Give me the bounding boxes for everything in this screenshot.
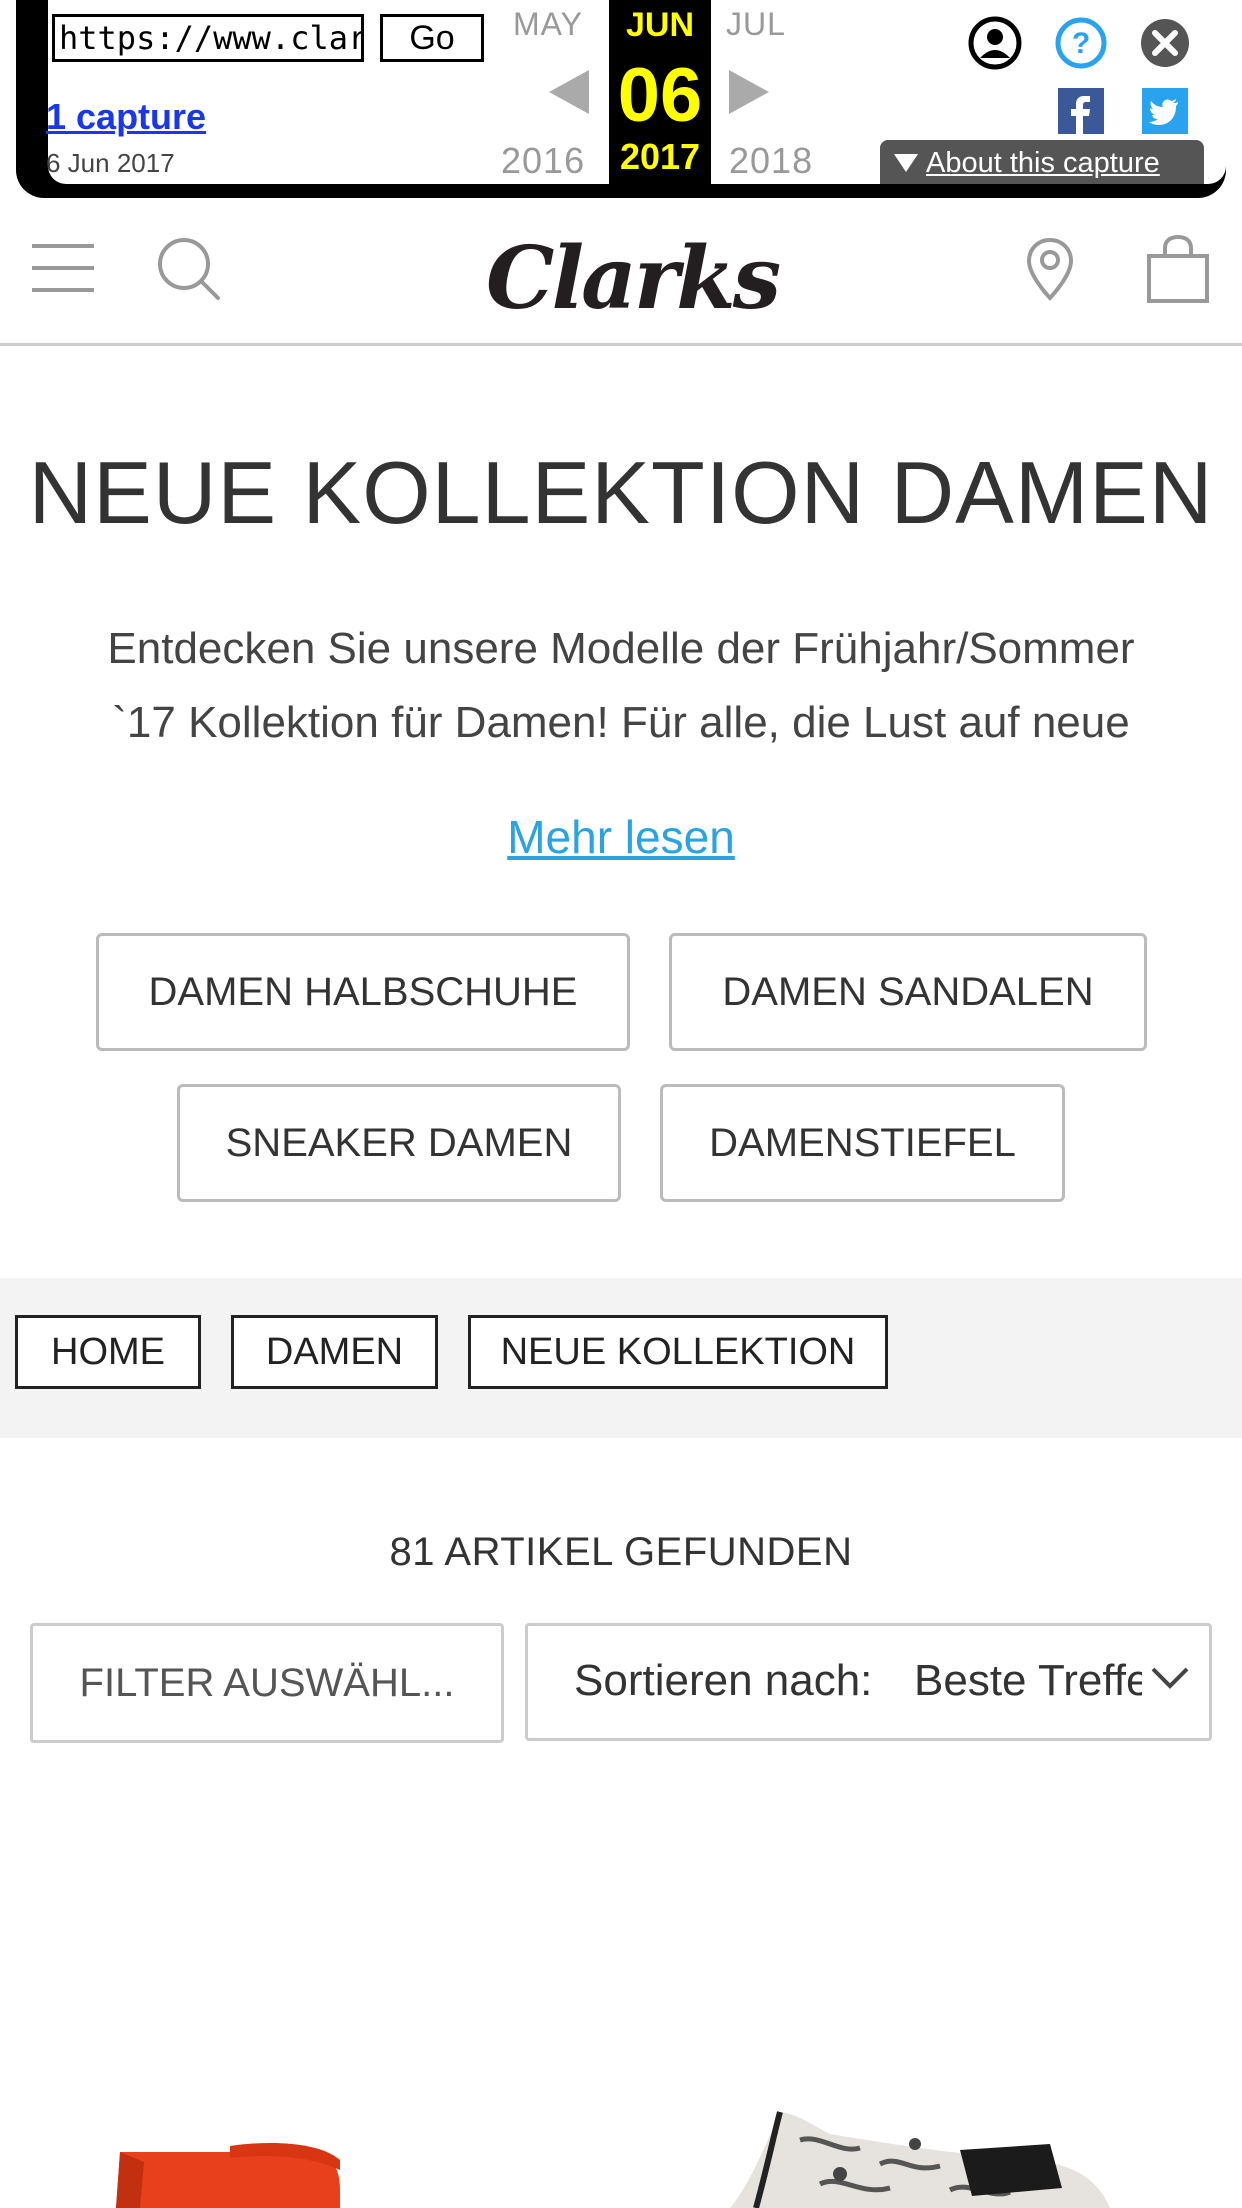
sort-value: Beste Treffer — [914, 1656, 1142, 1705]
results-count: 81 ARTIKEL GEFUNDEN — [389, 1530, 853, 1574]
breadcrumb-neue-kollektion[interactable]: NEUE KOLLEKTION — [468, 1315, 888, 1389]
help-icon[interactable]: ? — [1054, 16, 1108, 70]
user-icon[interactable] — [968, 16, 1022, 70]
intro-text: Entdecken Sie unsere Modelle der Frühjah… — [70, 612, 1172, 760]
chevron-down-icon — [1151, 1667, 1189, 1689]
clarks-logo[interactable]: Clarks — [486, 228, 781, 329]
shopping-bag-icon[interactable] — [1146, 234, 1210, 304]
captures-link[interactable]: 1 capture — [46, 96, 206, 138]
store-locator-icon[interactable] — [1024, 236, 1076, 302]
facebook-icon[interactable] — [1058, 88, 1104, 134]
triangle-down-icon — [894, 154, 918, 172]
breadcrumb-damen[interactable]: DAMEN — [231, 1315, 438, 1389]
menu-icon[interactable] — [32, 240, 94, 296]
wayback-go-button[interactable]: Go — [380, 14, 484, 62]
prev-year-label[interactable]: 2016 — [501, 140, 585, 182]
next-year-label[interactable]: 2018 — [729, 140, 813, 182]
current-month-label: JUN — [625, 6, 695, 44]
capture-date: 6 Jun 2017 — [46, 148, 175, 178]
logo-text: Clarks — [486, 228, 781, 329]
twitter-icon[interactable] — [1142, 88, 1188, 134]
sort-label: Sortieren nach: — [574, 1656, 873, 1705]
category-button-stiefel[interactable]: DAMENSTIEFEL — [660, 1084, 1065, 1202]
product-image-floral-shoe[interactable] — [710, 2104, 1140, 2208]
about-capture-label: About this capture — [926, 147, 1160, 179]
product-image-red-mule[interactable] — [110, 2080, 470, 2208]
svg-text:?: ? — [1072, 27, 1090, 60]
wayback-url-input[interactable]: https://www.clarks.de/c/damen-neue-kolle… — [52, 14, 364, 62]
category-button-sneaker[interactable]: SNEAKER DAMEN — [177, 1084, 621, 1202]
next-capture-arrow-icon[interactable] — [729, 70, 769, 114]
intro-line-2: `17 Kollektion für Damen! Für alle, die … — [112, 698, 1130, 747]
category-button-sandalen[interactable]: DAMEN SANDALEN — [669, 933, 1147, 1051]
current-year-label: 2017 — [619, 136, 701, 177]
about-capture-button[interactable]: About this capture — [880, 140, 1204, 184]
prev-capture-arrow-icon[interactable] — [549, 70, 589, 114]
breadcrumb-home[interactable]: HOME — [15, 1315, 201, 1389]
breadcrumb: HOME DAMEN NEUE KOLLEKTION — [0, 1278, 1242, 1438]
intro-line-1: Entdecken Sie unsere Modelle der Frühjah… — [107, 624, 1135, 673]
close-icon[interactable] — [1140, 18, 1190, 68]
search-icon[interactable] — [156, 236, 222, 302]
next-month-label[interactable]: JUL — [726, 6, 786, 43]
read-more-link[interactable]: Mehr lesen — [0, 810, 1242, 864]
filter-button[interactable]: FILTER AUSWÄHL... — [30, 1623, 504, 1743]
current-day-label: 06 — [617, 53, 703, 138]
page-title: NEUE KOLLEKTION DAMEN — [28, 443, 1214, 542]
current-date-highlight: JUN 06 2017 — [609, 0, 711, 184]
prev-month-label[interactable]: MAY — [513, 6, 583, 43]
sort-select[interactable]: Sortieren nach: Beste Treffer — [525, 1623, 1212, 1741]
category-button-halbschuhe[interactable]: DAMEN HALBSCHUHE — [96, 933, 630, 1051]
site-header: Clarks — [0, 200, 1242, 346]
